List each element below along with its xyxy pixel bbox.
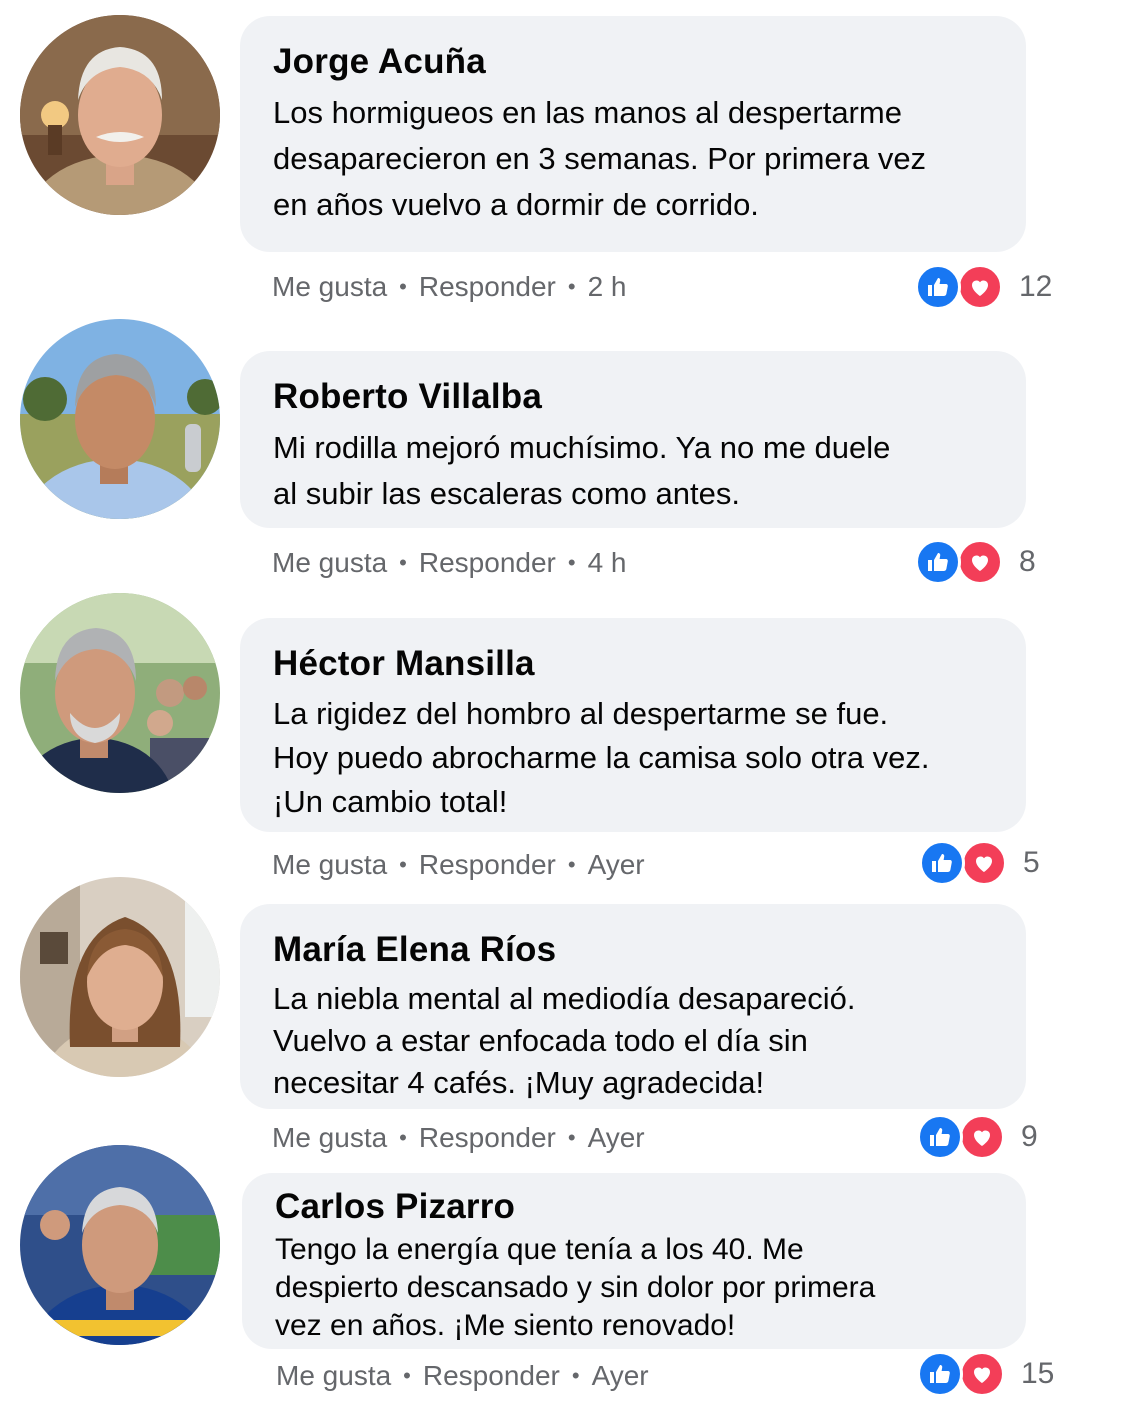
like-link[interactable]: Me gusta <box>272 845 387 885</box>
reply-link[interactable]: Responder <box>423 1356 560 1396</box>
comment-text-line: en años vuelvo a dormir de corrido. <box>273 187 759 222</box>
comment-text: La niebla mental al mediodía desapareció… <box>273 978 994 1104</box>
love-icon <box>957 264 1003 310</box>
like-icon <box>917 1114 963 1160</box>
reply-link[interactable]: Responder <box>419 543 556 583</box>
comment-author[interactable]: Héctor Mansilla <box>273 644 994 684</box>
comment-text-line: vez en años. ¡Me siento renovado! <box>275 1309 736 1342</box>
comment-text-line: Los hormigueos en las manos al despertar… <box>273 95 902 130</box>
avatar[interactable] <box>20 319 220 519</box>
comment-author[interactable]: María Elena Ríos <box>273 930 994 970</box>
separator-dot: • <box>567 550 576 575</box>
reply-link[interactable]: Responder <box>419 845 556 885</box>
reaction-summary[interactable]: 8 <box>915 538 1036 586</box>
reaction-summary[interactable]: 5 <box>919 839 1040 887</box>
like-icon <box>917 1351 963 1397</box>
reaction-summary[interactable]: 9 <box>917 1113 1038 1161</box>
reply-link[interactable]: Responder <box>419 1118 556 1158</box>
reaction-count: 9 <box>1021 1120 1038 1153</box>
comment-text: Tengo la energía que tenía a los 40. Me … <box>275 1231 994 1345</box>
comment-text-line: al subir las escaleras como antes. <box>273 476 740 511</box>
comment-author[interactable]: Jorge Acuña <box>273 42 994 82</box>
separator-dot: • <box>403 1363 411 1388</box>
comment-timestamp[interactable]: 4 h <box>588 543 627 583</box>
reply-link[interactable]: Responder <box>419 267 556 307</box>
love-icon <box>959 1114 1005 1160</box>
comment-text-line: Hoy puedo abrocharme la camisa solo otra… <box>273 740 930 775</box>
comment-text: Mi rodilla mejoró muchísimo. Ya no me du… <box>273 425 994 517</box>
like-icon <box>915 264 961 310</box>
like-link[interactable]: Me gusta <box>272 543 387 583</box>
separator-dot: • <box>571 1363 580 1388</box>
comment-bubble: María Elena Ríos La niebla mental al med… <box>240 904 1026 1109</box>
reaction-summary[interactable]: 12 <box>915 263 1052 311</box>
comment-text-line: necesitar 4 cafés. ¡Muy agradecida! <box>273 1065 765 1100</box>
comment-text-line: Vuelvo a estar enfocada todo el día sin <box>273 1023 808 1058</box>
comment-timestamp[interactable]: 2 h <box>588 267 627 307</box>
reaction-count: 5 <box>1023 846 1040 879</box>
reaction-count: 15 <box>1021 1357 1055 1390</box>
like-icon <box>915 539 961 585</box>
comment-timestamp[interactable]: Ayer <box>588 1118 645 1158</box>
reaction-count: 8 <box>1019 545 1036 578</box>
comment-timestamp[interactable]: Ayer <box>592 1356 649 1396</box>
comment-text-line: desaparecieron en 3 semanas. Por primera… <box>273 141 927 176</box>
comment-author[interactable]: Carlos Pizarro <box>275 1187 994 1227</box>
separator-dot: • <box>399 274 407 299</box>
separator-dot: • <box>399 1125 407 1150</box>
comment-text-line: Mi rodilla mejoró muchísimo. Ya no me du… <box>273 430 891 465</box>
comment-bubble: Carlos Pizarro Tengo la energía que tení… <box>242 1173 1026 1349</box>
separator-dot: • <box>567 274 576 299</box>
comment-text-line: Tengo la energía que tenía a los 40. Me <box>275 1233 804 1266</box>
like-link[interactable]: Me gusta <box>272 1118 387 1158</box>
comment-text-line: La niebla mental al mediodía desapareció… <box>273 981 856 1016</box>
comment-text-line: La rigidez del hombro al despertarme se … <box>273 696 889 731</box>
comment-actions: Me gusta • Responder • Ayer <box>272 1118 645 1158</box>
like-icon <box>919 840 965 886</box>
like-link[interactable]: Me gusta <box>272 267 387 307</box>
comment-text-line: ¡Un cambio total! <box>273 784 508 819</box>
like-link[interactable]: Me gusta <box>276 1356 391 1396</box>
comment-actions: Me gusta • Responder • 4 h <box>272 543 627 583</box>
comment-text: La rigidez del hombro al despertarme se … <box>273 692 994 824</box>
comment-text: Los hormigueos en las manos al despertar… <box>273 90 994 228</box>
avatar[interactable] <box>20 1145 220 1345</box>
comment-actions: Me gusta • Responder • Ayer <box>272 845 645 885</box>
separator-dot: • <box>399 852 407 877</box>
separator-dot: • <box>567 852 576 877</box>
love-icon <box>957 539 1003 585</box>
avatar[interactable] <box>20 877 220 1077</box>
separator-dot: • <box>399 550 407 575</box>
avatar[interactable] <box>20 15 220 215</box>
comment-bubble: Héctor Mansilla La rigidez del hombro al… <box>240 618 1026 832</box>
comment-actions: Me gusta • Responder • 2 h <box>272 267 627 307</box>
comment-actions: Me gusta • Responder • Ayer <box>276 1356 649 1396</box>
comment-text-line: despierto descansado y sin dolor por pri… <box>275 1271 876 1304</box>
love-icon <box>959 1351 1005 1397</box>
avatar[interactable] <box>20 593 220 793</box>
separator-dot: • <box>567 1125 576 1150</box>
reaction-count: 12 <box>1019 270 1053 303</box>
comment-bubble: Roberto Villalba Mi rodilla mejoró muchí… <box>240 351 1026 528</box>
comment-author[interactable]: Roberto Villalba <box>273 377 994 417</box>
comment-timestamp[interactable]: Ayer <box>588 845 645 885</box>
comment-bubble: Jorge Acuña Los hormigueos en las manos … <box>240 16 1026 252</box>
love-icon <box>961 840 1007 886</box>
reaction-summary[interactable]: 15 <box>917 1350 1054 1398</box>
